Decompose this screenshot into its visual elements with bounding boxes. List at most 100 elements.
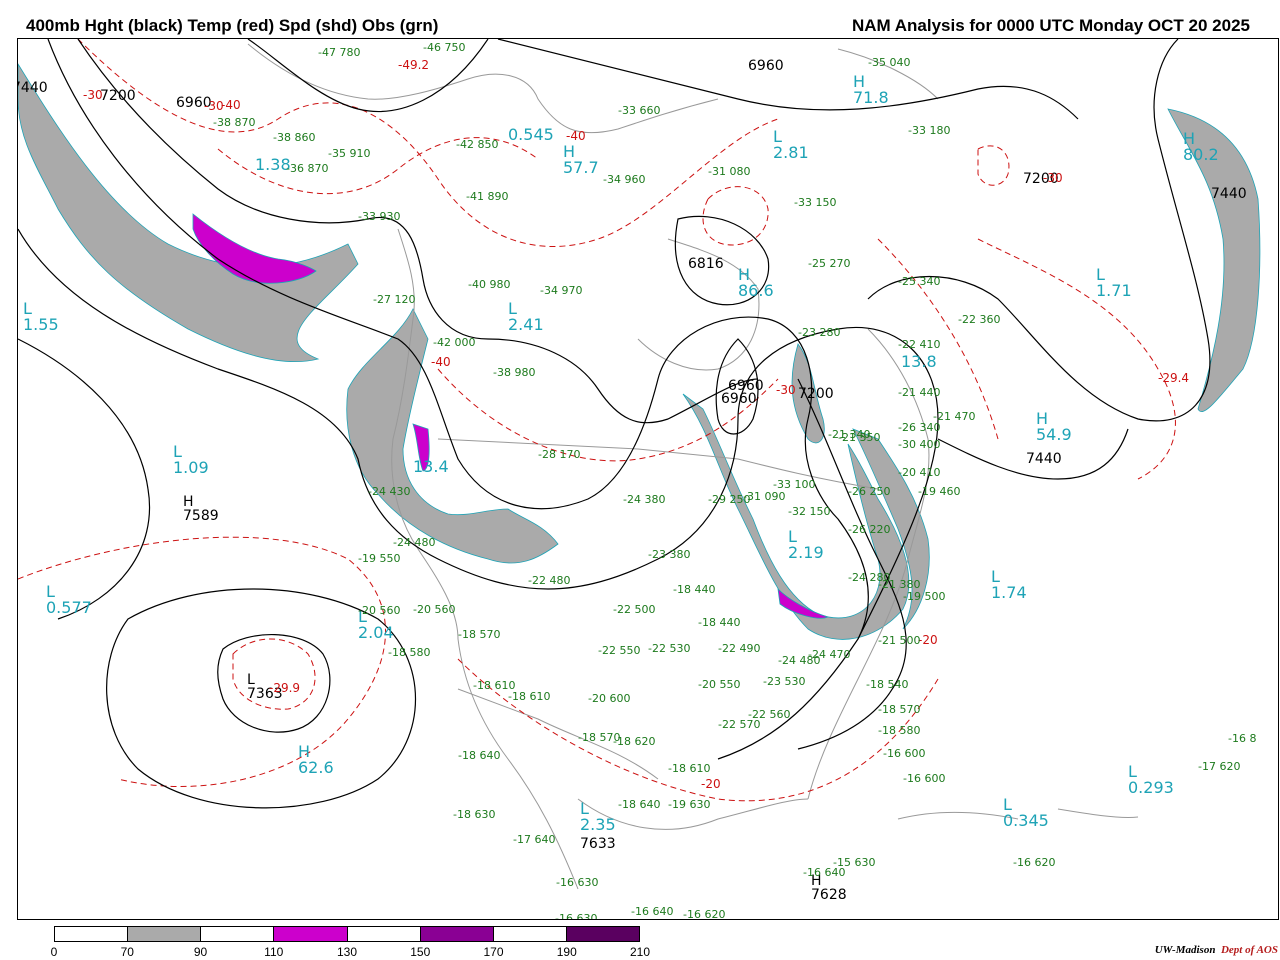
station-observation: -18 570 (458, 628, 501, 641)
station-observation: -46 750 (423, 41, 466, 54)
height-label: 6960 (748, 58, 784, 74)
center-high-north-atlantic: H 54.9 (1036, 409, 1072, 444)
temp-label: -30 (204, 99, 224, 113)
height-label: 6816 (688, 256, 724, 272)
station-observation: -16 630 (556, 876, 599, 889)
center-low-pacific-south: L 0.577 (46, 582, 92, 617)
center-low-west-atlantic: L 1.74 (991, 567, 1027, 602)
station-observation: -20 600 (588, 692, 631, 705)
center-high-oregon: 13.4 (413, 457, 449, 476)
colorbar-segment (128, 927, 202, 941)
station-observation: -34 970 (540, 284, 583, 297)
center-high-arctic: H 57.7 (563, 142, 599, 177)
height-label: 7440 (1211, 186, 1247, 202)
center-high-greenland: H 71.8 (853, 72, 889, 107)
station-observation: -33 930 (358, 210, 401, 223)
station-observation: -25 340 (898, 275, 941, 288)
center-high-atlantic: H 80.2 (1183, 129, 1219, 164)
station-observation: -26 220 (848, 523, 891, 536)
colorbar-tick-label: 70 (120, 945, 134, 959)
center-low-saskatchewan: L 2.41 (508, 299, 544, 334)
center-low-puerto-rico: L 0.293 (1128, 762, 1174, 797)
temp-label: -40 (431, 355, 451, 369)
temp-label: -40 (221, 98, 241, 112)
station-observation: -17 620 (1198, 760, 1241, 773)
height-label: 7200 (100, 88, 136, 104)
weather-map: H 80.2 H 86.6 H 54.9 H 62.6 H 57.7 H 71.8 13.4… (17, 38, 1279, 920)
speed-colorbar (54, 926, 640, 942)
credit-line: UW-Madison Dept of AOS (1154, 944, 1278, 956)
station-observation: -18 630 (453, 808, 496, 821)
temp-label: -29.9 (269, 681, 301, 695)
station-observation: -18 580 (388, 646, 431, 659)
station-observation: -33 660 (618, 104, 661, 117)
station-observation: -23 380 (648, 548, 691, 561)
chart-title: 400mb Hght (black) Temp (red) Spd (shd) … (26, 16, 439, 35)
height-contour-7440-pacific (18, 338, 150, 620)
center-low-mexico: L 2.35 (580, 799, 616, 834)
isotherm-minus-30-labrador (977, 145, 1010, 186)
station-observation: -18 640 (458, 749, 501, 762)
colorbar-segment (566, 927, 639, 941)
station-observation: -16 640 (631, 905, 674, 918)
center-low-pacific-central: L 1.09 (173, 442, 209, 477)
map-canvas (18, 39, 1261, 890)
height-label: 7200 (798, 386, 834, 402)
station-observation: -20 550 (698, 678, 741, 691)
temp-label: -40 (566, 129, 586, 143)
center-low-newfoundland: L 1.71 (1096, 265, 1132, 300)
station-observation: -22 410 (898, 338, 941, 351)
temp-label: -49.2 (398, 58, 430, 72)
station-observation: -31 080 (708, 165, 751, 178)
isotherm-atlantic (977, 238, 1176, 480)
station-observation: -18 540 (866, 678, 909, 691)
station-observation: -18 610 (668, 762, 711, 775)
center-low-baffin: L 2.81 (773, 127, 809, 162)
center-low-pacific-north: L 1.55 (23, 299, 59, 334)
station-observation: -33 100 (773, 478, 816, 491)
station-observation: -38 980 (493, 366, 536, 379)
station-observation: -38 860 (273, 131, 316, 144)
station-observation: -31 090 (743, 490, 786, 503)
center-low-yukon: 0.545 (508, 125, 554, 144)
temp-label: -20 (701, 777, 721, 791)
analysis-time: NAM Analysis for 0000 UTC Monday OCT 20 … (851, 16, 1250, 35)
station-observation: -15 630 (833, 856, 876, 869)
station-observation: -22 560 (748, 708, 791, 721)
station-observation: -40 980 (468, 278, 511, 291)
station-observation: -18 440 (698, 616, 741, 629)
station-observation: -42 000 (433, 336, 476, 349)
center-high-labrador: 13.8 (901, 352, 937, 371)
station-observation: -18 640 (618, 798, 661, 811)
station-observation: -19 630 (668, 798, 711, 811)
station-observation: -22 500 (613, 603, 656, 616)
height-label: 7440 (1026, 451, 1062, 467)
station-observation: -35 910 (328, 147, 371, 160)
station-observation: -16 620 (683, 908, 726, 920)
station-observation: -21 440 (898, 386, 941, 399)
station-observation: -27 120 (373, 293, 416, 306)
station-observation: -21 500 (878, 634, 921, 647)
station-observation: -25 270 (808, 257, 851, 270)
station-observation: -35 040 (868, 56, 911, 69)
station-observation: -19 550 (358, 552, 401, 565)
station-observation: -20 560 (358, 604, 401, 617)
temp-label: -29.4 (1158, 371, 1190, 385)
colorbar-segment (55, 927, 129, 941)
isotherm-minus-50 (702, 186, 769, 246)
station-observation: -28 170 (538, 448, 581, 461)
station-observation: -18 570 (578, 731, 621, 744)
colorbar-tick-label: 190 (556, 945, 577, 959)
temp-label: -30 (1043, 171, 1063, 185)
height-contour-north (497, 39, 1079, 120)
station-observation: -16 630 (555, 912, 598, 920)
colorbar-tick-label: 170 (483, 945, 504, 959)
station-observation: -32 150 (788, 505, 831, 518)
station-observation: -18 440 (673, 583, 716, 596)
colorbar-tick-label: 150 (410, 945, 431, 959)
height-label: H 7589 (183, 494, 219, 524)
station-observation: -23 530 (763, 675, 806, 688)
colorbar-tick-label: 210 (629, 945, 651, 959)
colorbar-segment (201, 927, 275, 941)
station-observation: -20 560 (413, 603, 456, 616)
